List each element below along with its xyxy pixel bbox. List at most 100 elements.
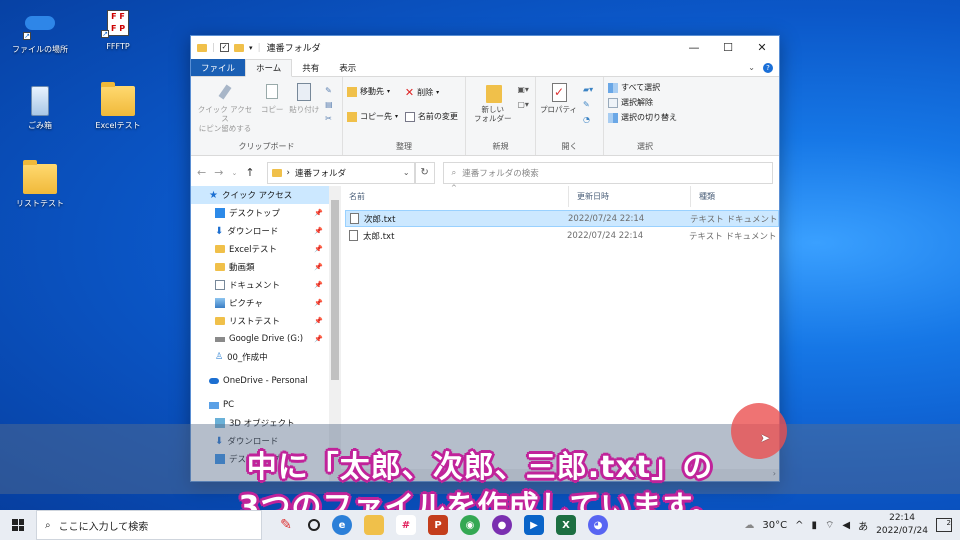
network-icon[interactable]: ▮ <box>812 520 818 531</box>
open-group-label: 開く <box>561 142 578 151</box>
maximize-button[interactable]: ☐ <box>711 36 745 59</box>
chrome-icon[interactable]: ◉ <box>460 515 480 535</box>
desktop-icon-onedrive-location[interactable]: ↗ ファイルの場所 <box>10 10 70 55</box>
taskbar-search-placeholder: ここに入力して検索 <box>58 521 149 533</box>
start-button[interactable] <box>0 519 36 531</box>
weather-icon[interactable]: ☁ <box>744 520 754 531</box>
ribbon: クイック アクセス にピン留めする コピー 貼り付け ✎ ▤ ✂ クリップボード 移… <box>191 77 779 156</box>
help-icon[interactable]: ? <box>763 62 773 73</box>
close-button[interactable]: ✕ <box>745 36 779 59</box>
paste-button[interactable]: 貼り付け <box>289 80 319 114</box>
nav-item-list-test[interactable]: リストテスト 📌 <box>191 312 341 330</box>
pc-icon <box>209 401 219 409</box>
address-path: 連番フォルダ <box>294 168 346 179</box>
address-field[interactable]: › 連番フォルダ ⌄ <box>266 161 415 184</box>
column-type[interactable]: 種類 <box>691 186 715 207</box>
select-all-button[interactable]: すべて選択 <box>608 82 677 93</box>
edge-icon[interactable]: e <box>332 515 352 535</box>
temperature[interactable]: 30°C <box>762 520 787 531</box>
tab-view[interactable]: 表示 <box>329 59 366 76</box>
nav-item-downloads[interactable]: ⬇ ダウンロード 📌 <box>191 222 341 240</box>
rename-button[interactable]: 名前の変更 <box>404 111 458 122</box>
desktop-icon-list-test[interactable]: リストテスト <box>10 160 70 209</box>
onedrive-cloud-icon <box>209 378 219 384</box>
notification-center-icon[interactable]: 2 <box>936 518 952 532</box>
nav-item-pictures[interactable]: ピクチャ 📌 <box>191 294 341 312</box>
drawing-app-icon[interactable]: ✎ <box>276 515 296 535</box>
column-header: ^ 名前 更新日時 種類 <box>341 184 779 208</box>
taskbar: ⌕ ここに入力して検索 ✎ e # P ◉ ● ▶ X ◕ ☁ 30°C ^ ▮… <box>0 510 960 540</box>
up-button[interactable]: ↑ <box>245 166 254 179</box>
clock[interactable]: 22:14 2022/07/24 <box>876 512 928 538</box>
copy-button[interactable]: コピー <box>261 80 283 114</box>
properties-button[interactable]: ✓ プロパティ <box>540 80 577 114</box>
excel-icon[interactable]: X <box>556 515 576 535</box>
clock-date: 2022/07/24 <box>876 526 928 536</box>
nav-onedrive[interactable]: OneDrive - Personal <box>191 372 341 390</box>
refresh-button[interactable]: ↻ <box>414 161 435 184</box>
wifi-icon[interactable]: ⌔ <box>825 519 834 532</box>
cortana-icon[interactable] <box>308 519 320 531</box>
back-button[interactable]: ← <box>197 166 206 179</box>
download-icon: ⬇ <box>215 225 224 237</box>
new-folder-icon[interactable] <box>234 43 245 52</box>
new-folder-button[interactable]: 新しい フォルダー <box>474 80 512 124</box>
paste-label: 貼り付け <box>289 105 320 114</box>
file-row[interactable]: 次郎.txt 2022/07/24 22:14 テキスト ドキュメント <box>345 210 779 227</box>
tab-share[interactable]: 共有 <box>292 59 329 76</box>
nav-item-in-progress[interactable]: ♙ 00_作成中 <box>191 348 341 366</box>
new-item-icons[interactable]: ▣▾ ▢▾ <box>517 82 529 112</box>
nav-scrollbar-thumb[interactable] <box>331 200 339 380</box>
pin-icon: 📌 <box>314 317 323 325</box>
ime-indicator[interactable]: あ <box>858 518 868 533</box>
volume-icon[interactable]: ◀ <box>842 520 850 531</box>
file-row[interactable]: 太郎.txt 2022/07/24 22:14 テキスト ドキュメント <box>345 227 779 244</box>
nav-item-documents[interactable]: ドキュメント 📌 <box>191 276 341 294</box>
file-explorer-icon[interactable] <box>364 515 384 535</box>
recent-locations-button[interactable]: ⌄ <box>231 169 237 177</box>
powerpoint-icon[interactable]: P <box>428 515 448 535</box>
pin-quick-access-button[interactable]: クイック アクセス にピン留めする <box>195 80 255 133</box>
invert-selection-button[interactable]: 選択の切り替え <box>608 112 677 123</box>
app-icon[interactable]: ● <box>492 515 512 535</box>
nav-item-excel-test[interactable]: Excelテスト 📌 <box>191 240 341 258</box>
open-item-icons[interactable]: ▰▾ ✎ ◔ <box>583 82 593 127</box>
nav-quick-access[interactable]: ★ クイック アクセス <box>191 186 341 204</box>
chevron-up-icon[interactable]: ^ <box>795 520 803 531</box>
address-bar-row: ← → ⌄ ↑ › 連番フォルダ ⌄ ↻ ⌕ 連番フォルダの検索 <box>191 156 779 189</box>
organize-group-label: 整理 <box>396 142 412 151</box>
desktop-icon-excel-test[interactable]: Excelテスト <box>88 82 148 131</box>
select-none-button[interactable]: 選択解除 <box>608 97 677 108</box>
power-automate-icon[interactable]: ▶ <box>524 515 544 535</box>
delete-button[interactable]: ✕ 削除 ▾ <box>405 86 458 99</box>
copy-icon <box>262 83 282 103</box>
desktop-icon-recycle-bin[interactable]: ごみ箱 <box>10 86 70 131</box>
search-placeholder: 連番フォルダの検索 <box>462 168 539 179</box>
tab-home[interactable]: ホーム <box>245 59 293 77</box>
copy-to-button[interactable]: コピー先 ▾ <box>347 111 398 122</box>
desktop-icon-ffftp[interactable]: F FF P ↗ FFFTP <box>88 8 148 51</box>
rename-icon <box>404 111 415 122</box>
expand-ribbon-icon[interactable]: ⌄ <box>748 63 755 72</box>
recycle-bin-icon <box>23 86 57 116</box>
properties-icon[interactable]: ✓ <box>220 43 230 52</box>
customize-toolbar-icon[interactable]: ▾ <box>249 44 253 52</box>
move-to-button[interactable]: 移動先 ▾ <box>347 86 398 97</box>
cut-icons[interactable]: ✎ ▤ ✂ <box>325 84 333 126</box>
discord-icon[interactable]: ◕ <box>588 515 608 535</box>
minimize-button[interactable]: — <box>677 36 711 59</box>
address-dropdown-icon[interactable]: ⌄ <box>403 168 410 177</box>
slack-icon[interactable]: # <box>396 515 416 535</box>
column-modified[interactable]: 更新日時 <box>569 186 691 207</box>
nav-item-videos[interactable]: 動画類 📌 <box>191 258 341 276</box>
taskbar-search[interactable]: ⌕ ここに入力して検索 <box>36 510 262 540</box>
search-box[interactable]: ⌕ 連番フォルダの検索 <box>442 161 773 184</box>
tab-file[interactable]: ファイル <box>191 59 246 76</box>
ribbon-group-select: すべて選択 選択解除 選択の切り替え 選択 <box>604 77 686 155</box>
nav-pc[interactable]: PC <box>191 396 341 414</box>
folder-icon <box>215 317 225 325</box>
folder-icon <box>215 263 225 271</box>
forward-button[interactable]: → <box>214 166 223 179</box>
nav-item-google-drive[interactable]: Google Drive (G:) 📌 <box>191 330 341 348</box>
nav-item-desktop[interactable]: デスクトップ 📌 <box>191 204 341 222</box>
